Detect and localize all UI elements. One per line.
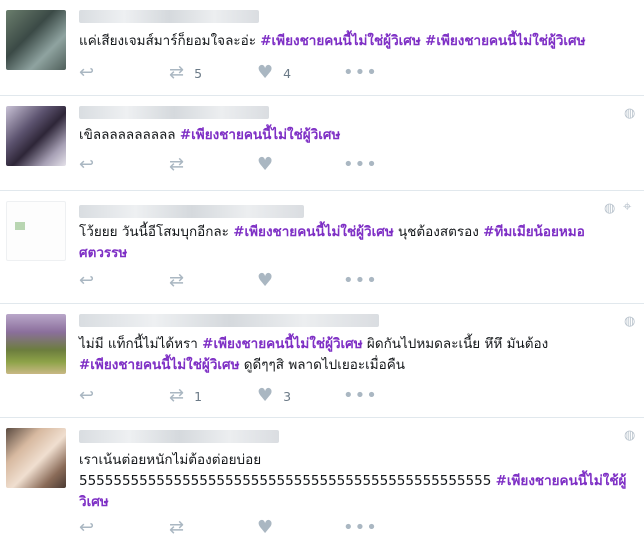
reply-icon: ↩ (79, 154, 95, 175)
tweet-text-plain: ไม่มี แท็กนี้ไม่ได้หรา (79, 336, 203, 352)
retweet-count: 1 (194, 388, 203, 404)
reply-button[interactable]: ↩ (79, 518, 94, 538)
more-button[interactable]: ••• (343, 155, 378, 175)
like-button[interactable]: ♥ (257, 155, 273, 175)
hashtag-link[interactable]: #เพียงชายคนนี้ไม่ใช่ผู้วิเศษ (202, 336, 362, 352)
tweet: ◍ ⌖ โว้ยยย วันนี้อีโสมบุกอีกละ #เพียงชาย… (0, 191, 644, 304)
heart-icon: ♥ (257, 385, 274, 406)
heart-icon: ♥ (257, 270, 274, 291)
tweet-text-mid: นุชต้องสตรอง (393, 224, 484, 240)
tweet-text: โว้ยยย วันนี้อีโสมบุกอีกละ #เพียงชายคนนี… (79, 222, 630, 264)
tweet-text: แค่เสียงเจมส์มาร์ก็ยอมใจละอ่ะ #เพียงชายค… (79, 31, 630, 52)
more-button[interactable]: ••• (343, 63, 378, 83)
tweet: ◍ ไม่มี แท็กนี้ไม่ได้หรา #เพียงชายคนนี้ไ… (0, 304, 644, 418)
retweet-button[interactable]: ⇄ 5 (169, 63, 202, 83)
reply-icon: ↩ (79, 385, 95, 406)
heart-icon: ♥ (257, 154, 274, 175)
tweet-text-plain: โว้ยยย วันนี้อีโสมบุกอีกละ (79, 224, 234, 240)
tweet-text-plain: แค่เสียงเจมส์มาร์ก็ยอมใจละอ่ะ (79, 33, 261, 49)
globe-icon: ◍ (624, 428, 636, 443)
tweet-text-mid: 5555555555555555555555555555555555555555… (79, 473, 496, 489)
avatar[interactable] (6, 201, 66, 261)
retweet-icon: ⇄ (169, 517, 185, 538)
reply-button[interactable]: ↩ (79, 155, 94, 175)
like-button[interactable]: ♥ 3 (257, 386, 291, 406)
tweet-text: ไม่มี แท็กนี้ไม่ได้หรา #เพียงชายคนนี้ไม่… (79, 334, 630, 376)
globe-icon: ◍ (624, 106, 636, 121)
location-pin-icon[interactable]: ⌖ (623, 197, 631, 215)
tweet-text: เขิลลลลลลลลลล #เพียงชายคนนี้ไม่ใช่ผู้วิเ… (79, 125, 630, 146)
retweet-icon: ⇄ (169, 62, 185, 83)
reply-icon: ↩ (79, 62, 95, 83)
retweet-icon: ⇄ (169, 385, 185, 406)
more-button[interactable]: ••• (343, 386, 378, 406)
avatar[interactable] (6, 428, 66, 488)
more-icon: ••• (343, 270, 378, 291)
hashtag-link[interactable]: #เพียงชายคนนี้ไม่ใช่ผู้วิเศษ (79, 357, 239, 373)
retweet-button[interactable]: ⇄ 1 (169, 386, 202, 406)
retweet-icon: ⇄ (169, 270, 185, 291)
hashtag-link[interactable]: #เพียงชายคนนี้ไม่ใช่ผู้วิเศษ (233, 224, 393, 240)
tweet: แค่เสียงเจมส์มาร์ก็ยอมใจละอ่ะ #เพียงชายค… (0, 0, 644, 96)
more-icon: ••• (343, 385, 378, 406)
more-icon: ••• (343, 517, 378, 538)
tweet-text-plain: เราเน้นต่อยหนักไม่ต้องต่อยบ่อย (79, 452, 262, 468)
tweet-feed: แค่เสียงเจมส์มาร์ก็ยอมใจละอ่ะ #เพียงชายค… (0, 0, 644, 544)
more-icon: ••• (343, 62, 378, 83)
reply-button[interactable]: ↩ (79, 63, 94, 83)
heart-icon: ♥ (257, 517, 274, 538)
like-button[interactable]: ♥ 4 (257, 63, 291, 83)
retweet-count: 5 (194, 65, 203, 81)
avatar[interactable] (6, 106, 66, 166)
globe-icon: ◍ (604, 201, 616, 216)
heart-icon: ♥ (257, 62, 274, 83)
author-name-blurred[interactable] (79, 106, 269, 119)
avatar[interactable] (6, 314, 66, 374)
tweet: ◍ เขิลลลลลลลลลล #เพียงชายคนนี้ไม่ใช่ผู้ว… (0, 96, 644, 191)
like-button[interactable]: ♥ (257, 518, 273, 538)
hashtag-link[interactable]: #เพียงชายคนนี้ไม่ใช่ผู้วิเศษ (425, 33, 585, 49)
reply-icon: ↩ (79, 517, 95, 538)
author-name-blurred[interactable] (79, 314, 379, 327)
reply-button[interactable]: ↩ (79, 386, 94, 406)
retweet-icon: ⇄ (169, 154, 185, 175)
reply-button[interactable]: ↩ (79, 271, 94, 291)
avatar[interactable] (6, 10, 66, 70)
retweet-button[interactable]: ⇄ (169, 271, 184, 291)
like-button[interactable]: ♥ (257, 271, 273, 291)
author-name-blurred[interactable] (79, 430, 279, 443)
retweet-button[interactable]: ⇄ (169, 518, 184, 538)
more-button[interactable]: ••• (343, 271, 378, 291)
reply-icon: ↩ (79, 270, 95, 291)
author-name-blurred[interactable] (79, 10, 259, 23)
tweet-text: เราเน้นต่อยหนักไม่ต้องต่อยบ่อย 5555555555… (79, 450, 630, 513)
like-count: 3 (283, 388, 292, 404)
retweet-button[interactable]: ⇄ (169, 155, 184, 175)
tweet-text-end: ดูดีๆๆสิ พลาดไปเยอะเมื่อคืน (239, 357, 405, 373)
author-name-blurred[interactable] (79, 205, 304, 218)
more-button[interactable]: ••• (343, 518, 378, 538)
tweet-text-plain: เขิลลลลลลลลลล (79, 127, 180, 143)
hashtag-link[interactable]: #เพียงชายคนนี้ไม่ใช่ผู้วิเศษ (260, 33, 420, 49)
tweet: ◍ เราเน้นต่อยหนักไม่ต้องต่อยบ่อย 55555555… (0, 418, 644, 544)
globe-icon: ◍ (624, 314, 636, 329)
like-count: 4 (283, 65, 292, 81)
tweet-text-mid: ผิดกันไปหมดละเนี้ย หึหึ มันต้อง (362, 336, 549, 352)
hashtag-link[interactable]: #เพียงชายคนนี้ไม่ใช่ผู้วิเศษ (180, 127, 340, 143)
more-icon: ••• (343, 154, 378, 175)
